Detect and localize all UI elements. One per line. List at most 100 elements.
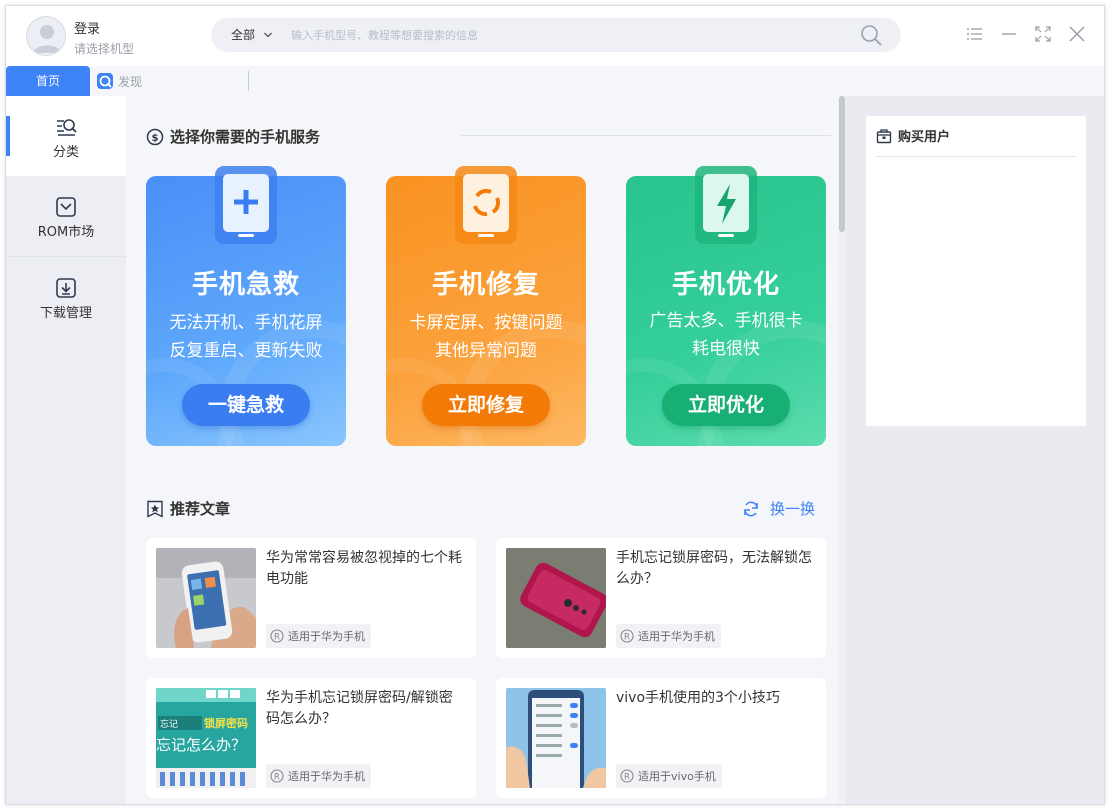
card-title: 手机优化 bbox=[671, 270, 780, 300]
refresh-icon bbox=[744, 501, 758, 516]
card-desc-line2: 反复重启、更新失败 bbox=[169, 341, 323, 361]
registered-icon: R bbox=[620, 769, 634, 783]
article-tag: R 适用于华为手机 bbox=[266, 624, 371, 648]
buyers-heading: 购买用户 bbox=[876, 126, 950, 145]
card-desc-line2: 耗电很快 bbox=[692, 339, 760, 359]
sidebar: 分类 ROM市场 下载管理 bbox=[6, 96, 126, 804]
phone-in-hand-image bbox=[156, 548, 256, 648]
forgot-password-image: 忘记 锁屏密码 忘记怎么办？ bbox=[156, 688, 256, 788]
sidebar-item-category[interactable]: 分类 bbox=[6, 96, 126, 176]
minimize-icon[interactable] bbox=[999, 24, 1019, 44]
search-scope-label: 全部 bbox=[231, 28, 256, 42]
main-content: $ 选择你需要的手机服务 手机急救 无法开机、手机花屏 反复重启、更新失败 一键… bbox=[126, 96, 846, 804]
article-card[interactable]: 手机忘记锁屏密码，无法解锁怎么办？ R 适用于华为手机 bbox=[496, 538, 826, 658]
tab-home[interactable]: 首页 bbox=[6, 66, 90, 96]
red-phone-image bbox=[506, 548, 606, 648]
tab-divider bbox=[248, 71, 249, 91]
article-title: 手机忘记锁屏密码，无法解锁怎么办？ bbox=[616, 550, 812, 587]
thumb-text-forget: 忘记 bbox=[160, 718, 178, 730]
article-title: vivo手机使用的3个小技巧 bbox=[616, 690, 780, 706]
chevron-down-icon bbox=[264, 32, 272, 38]
sidebar-item-rom-market[interactable]: ROM市场 bbox=[6, 176, 126, 256]
rescue-button[interactable]: 一键急救 bbox=[182, 384, 310, 426]
vivo-phone-image bbox=[506, 688, 606, 788]
app-window: 登录 请选择机型 全部 输入手机型号、教程等想要搜索的信息 首页 发现 分类 R… bbox=[5, 5, 1105, 805]
tab-discover-label: 发现 bbox=[118, 74, 143, 89]
article-card[interactable]: vivo手机使用的3个小技巧 R 适用于vivo手机 bbox=[496, 678, 826, 798]
maximize-icon[interactable] bbox=[1033, 24, 1053, 44]
user-avatar-icon bbox=[33, 25, 61, 53]
article-thumbnail bbox=[506, 548, 606, 648]
registered-icon: R bbox=[270, 629, 284, 643]
shop-bag-icon bbox=[876, 128, 892, 143]
refresh-articles-button[interactable]: 换一换 bbox=[742, 498, 815, 519]
right-panel: 购买用户 bbox=[846, 96, 1104, 804]
article-tag: R 适用于华为手机 bbox=[616, 624, 721, 648]
tab-discover[interactable]: 发现 bbox=[96, 66, 246, 96]
search-input[interactable] bbox=[291, 22, 851, 48]
category-search-icon bbox=[57, 119, 77, 136]
buyers-divider bbox=[876, 156, 1076, 157]
dollar-icon: $ bbox=[146, 128, 164, 145]
service-card-optimize: 手机优化 广告太多、手机很卡 耗电很快 立即优化 bbox=[626, 166, 826, 446]
article-card[interactable]: 忘记 锁屏密码 忘记怎么办？ 华为手机忘记锁屏密码/解锁密码怎么办？ R 适用于… bbox=[146, 678, 476, 798]
articles-heading: 推荐文章 bbox=[146, 498, 230, 519]
close-icon[interactable] bbox=[1067, 24, 1087, 44]
article-title: 华为常常容易被忽视掉的七个耗电功能 bbox=[266, 550, 462, 587]
svg-text:R: R bbox=[274, 772, 280, 782]
buyers-panel: 购买用户 bbox=[866, 116, 1086, 426]
discover-icon bbox=[97, 73, 113, 89]
scrollbar-thumb[interactable] bbox=[839, 96, 845, 232]
sidebar-item-label: 分类 bbox=[52, 145, 79, 160]
services-heading: $ 选择你需要的手机服务 bbox=[146, 126, 320, 147]
article-tag: R 适用于vivo手机 bbox=[616, 764, 722, 788]
card-desc-line1: 卡屏定屏、按键问题 bbox=[409, 313, 563, 333]
sidebar-item-label: ROM市场 bbox=[37, 225, 95, 240]
optimize-button[interactable]: 立即优化 bbox=[662, 384, 790, 426]
article-thumbnail: 忘记 锁屏密码 忘记怎么办？ bbox=[156, 688, 256, 788]
tab-strip: 首页 发现 bbox=[6, 66, 1104, 96]
main-scrollbar[interactable] bbox=[838, 96, 846, 804]
avatar[interactable] bbox=[26, 16, 66, 56]
download-icon bbox=[56, 278, 76, 298]
service-card-repair: 手机修复 卡屏定屏、按键问题 其他异常问题 立即修复 bbox=[386, 166, 586, 446]
repair-spinner-icon bbox=[455, 166, 517, 244]
card-title: 手机修复 bbox=[431, 270, 540, 300]
search-bar: 全部 bbox=[211, 18, 901, 52]
services-heading-text: 选择你需要的手机服务 bbox=[170, 128, 321, 146]
thumb-text-question: 忘记怎么办？ bbox=[156, 736, 246, 754]
article-tag-text: 适用于华为手机 bbox=[288, 630, 365, 643]
menu-icon[interactable] bbox=[965, 24, 985, 44]
card-desc-line1: 无法开机、手机花屏 bbox=[169, 313, 323, 333]
card-title: 手机急救 bbox=[191, 270, 300, 300]
article-tag-text: 适用于华为手机 bbox=[638, 630, 715, 643]
header: 登录 请选择机型 全部 bbox=[6, 6, 1104, 66]
svg-text:R: R bbox=[624, 772, 630, 782]
article-tag-text: 适用于华为手机 bbox=[288, 770, 365, 783]
article-tag-text: 适用于vivo手机 bbox=[638, 770, 716, 783]
thumb-text-lock-password: 锁屏密码 bbox=[204, 716, 248, 730]
article-card[interactable]: 华为常常容易被忽视掉的七个耗电功能 R 适用于华为手机 bbox=[146, 538, 476, 658]
sidebar-item-downloads[interactable]: 下载管理 bbox=[6, 257, 126, 337]
svg-text:R: R bbox=[274, 632, 280, 642]
card-desc-line1: 广告太多、手机很卡 bbox=[649, 311, 803, 331]
repair-button[interactable]: 立即修复 bbox=[422, 384, 550, 426]
search-icon[interactable] bbox=[859, 23, 883, 47]
buyers-heading-text: 购买用户 bbox=[898, 130, 951, 145]
articles-heading-text: 推荐文章 bbox=[170, 500, 231, 518]
registered-icon: R bbox=[620, 629, 634, 643]
login-link[interactable]: 登录 bbox=[74, 18, 100, 37]
article-thumbnail bbox=[156, 548, 256, 648]
article-title: 华为手机忘记锁屏密码/解锁密码怎么办？ bbox=[266, 690, 453, 727]
services-heading-divider bbox=[461, 135, 831, 136]
service-card-rescue: 手机急救 无法开机、手机花屏 反复重启、更新失败 一键急救 bbox=[146, 166, 346, 446]
plus-icon bbox=[215, 166, 277, 244]
article-tag: R 适用于华为手机 bbox=[266, 764, 371, 788]
card-desc-line2: 其他异常问题 bbox=[435, 341, 537, 361]
search-scope-dropdown[interactable]: 全部 bbox=[231, 18, 273, 52]
lightning-icon bbox=[695, 166, 757, 244]
svg-text:R: R bbox=[624, 632, 630, 642]
select-model-link[interactable]: 请选择机型 bbox=[74, 40, 134, 57]
svg-text:$: $ bbox=[152, 133, 159, 144]
article-thumbnail bbox=[506, 688, 606, 788]
